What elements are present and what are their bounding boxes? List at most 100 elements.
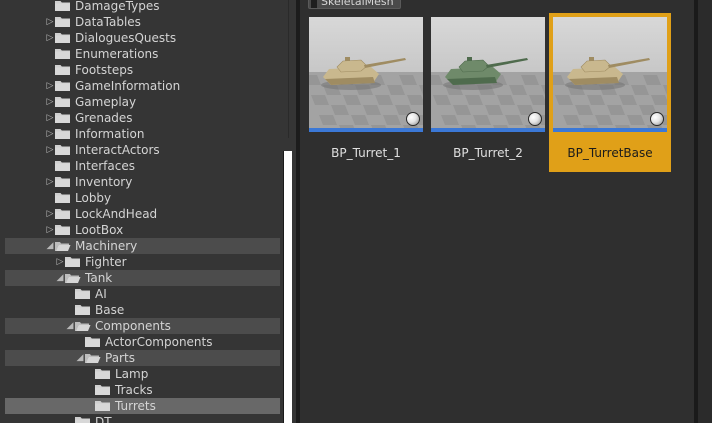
tree-item-label: Interfaces (75, 159, 135, 173)
folder-icon (94, 384, 111, 396)
folder-icon (74, 416, 91, 423)
tree-item-label: Grenades (75, 111, 133, 125)
folder-icon (54, 112, 71, 124)
folder-icon (54, 96, 71, 108)
tree-item-datatables[interactable]: ▷ DataTables (0, 14, 282, 30)
tree-item-label: Turrets (115, 399, 156, 413)
tree-item-label: ActorComponents (105, 335, 213, 349)
folder-icon (54, 208, 71, 220)
tree-item-label: Lobby (75, 191, 112, 205)
tree-item-label: Gameplay (75, 95, 137, 109)
tree-item-label: LootBox (75, 223, 124, 237)
folder-icon (54, 176, 71, 188)
tree-item-label: InteractActors (75, 143, 160, 157)
tree-item-fighter[interactable]: ▷ Fighter (0, 254, 282, 270)
tree-item-label: Base (95, 303, 125, 317)
folder-icon (64, 256, 81, 268)
asset-type-color-bar (553, 128, 667, 132)
asset-label: BP_TurretBase (567, 146, 653, 160)
tree-item-label: Machinery (75, 239, 138, 253)
tree-item-lootbox[interactable]: ▷ LootBox (0, 222, 282, 238)
tree-item-enumerations[interactable]: Enumerations (0, 46, 282, 62)
tree-item-interactactors[interactable]: ▷ InteractActors (0, 142, 282, 158)
tree-item-label: DamageTypes (75, 0, 160, 13)
folder-icon (54, 0, 71, 12)
tree-item-label: LockAndHead (75, 207, 158, 221)
folder-icon (74, 304, 91, 316)
folder-icon (54, 144, 71, 156)
tree-item-tracks[interactable]: Tracks (0, 382, 282, 398)
folder-open-icon (54, 240, 71, 252)
tree-item-label: Tracks (115, 383, 153, 397)
asset-tile-bp-turret-2[interactable]: BP_Turret_2 (427, 13, 549, 172)
tree-item-label: AI (95, 287, 107, 301)
folder-tree: DamageTypes ▷ DataTables ▷ DialoguesQuests En… (0, 0, 282, 423)
tree-item-actorcomponents[interactable]: ActorComponents (0, 334, 282, 350)
tree-item-label: Footsteps (75, 63, 134, 77)
tree-item-label: Parts (105, 351, 135, 365)
folder-open-icon (84, 352, 101, 364)
asset-type-color-bar (309, 128, 423, 132)
tree-item-lamp[interactable]: Lamp (0, 366, 282, 382)
tree-item-label: Fighter (85, 255, 127, 269)
tree-item-gameinformation[interactable]: ▷ GameInformation (0, 78, 282, 94)
folder-icon (54, 48, 71, 60)
asset-tile-bp-turret-1[interactable]: BP_Turret_1 (305, 13, 427, 172)
tree-item-lockandhead[interactable]: ▷ LockAndHead (0, 206, 282, 222)
tree-item-label: DialoguesQuests (75, 31, 177, 45)
tree-item-turrets[interactable]: Turrets (5, 398, 280, 414)
tree-item-lobby[interactable]: Lobby (0, 190, 282, 206)
folder-icon (54, 160, 71, 172)
asset-thumbnail (553, 17, 667, 132)
tree-item-label: DataTables (75, 15, 141, 29)
folder-icon (54, 224, 71, 236)
tree-item-base[interactable]: Base (0, 302, 282, 318)
tree-item-parts[interactable]: ◢ Parts (5, 350, 280, 366)
folder-open-icon (74, 320, 91, 332)
sphere-icon (528, 112, 542, 126)
asset-label: BP_Turret_2 (453, 146, 523, 160)
tree-item-grenades[interactable]: ▷ Grenades (0, 110, 282, 126)
folder-icon (84, 336, 101, 348)
tree-item-damagetypes[interactable]: DamageTypes (0, 0, 282, 14)
asset-tile-bp-turretbase[interactable]: BP_TurretBase (549, 13, 671, 172)
tree-scrollbar[interactable] (283, 151, 292, 423)
folder-icon (94, 400, 111, 412)
folder-open-icon (64, 272, 81, 284)
asset-thumbnail (431, 17, 545, 132)
content-browser: DamageTypes ▷ DataTables ▷ DialoguesQuests En… (0, 0, 712, 423)
tree-item-components[interactable]: ◢ Components (5, 318, 280, 334)
asset-label: BP_Turret_1 (331, 146, 401, 160)
tree-column-divider (288, 0, 289, 138)
asset-thumbnail (309, 17, 423, 132)
folder-icon (54, 32, 71, 44)
tree-item-label: Inventory (75, 175, 133, 189)
tree-item-gameplay[interactable]: ▷ Gameplay (0, 94, 282, 110)
tree-item-inventory[interactable]: ▷ Inventory (0, 174, 282, 190)
tree-item-label: Lamp (115, 367, 149, 381)
sphere-icon (406, 112, 420, 126)
tree-item-label: Components (95, 319, 171, 333)
tree-item-dt[interactable]: DT (0, 414, 282, 423)
filter-chip-skeletal-mesh[interactable]: SkeletalMesh (308, 0, 401, 9)
tree-item-information[interactable]: ▷ Information (0, 126, 282, 142)
folder-icon (54, 16, 71, 28)
tree-item-machinery[interactable]: ◢ Machinery (5, 238, 280, 254)
folder-icon (54, 128, 71, 140)
asset-view: SkeletalMesh BP_Turret_1 BP_Turret_2 BP_… (300, 0, 694, 423)
tree-item-dialoguesquests[interactable]: ▷ DialoguesQuests (0, 30, 282, 46)
tree-item-label: GameInformation (75, 79, 181, 93)
tree-item-ai[interactable]: AI (0, 286, 282, 302)
folder-icon (54, 80, 71, 92)
sphere-icon (650, 112, 664, 126)
tree-item-interfaces[interactable]: Interfaces (0, 158, 282, 174)
folder-icon (94, 368, 111, 380)
tree-item-tank[interactable]: ◢ Tank (5, 270, 280, 286)
folder-icon (54, 192, 71, 204)
folder-icon (74, 288, 91, 300)
tree-item-footsteps[interactable]: Footsteps (0, 62, 282, 78)
folder-icon (54, 64, 71, 76)
tree-item-label: Enumerations (75, 47, 159, 61)
tree-item-label: Information (75, 127, 145, 141)
tree-item-label: DT (95, 415, 112, 423)
